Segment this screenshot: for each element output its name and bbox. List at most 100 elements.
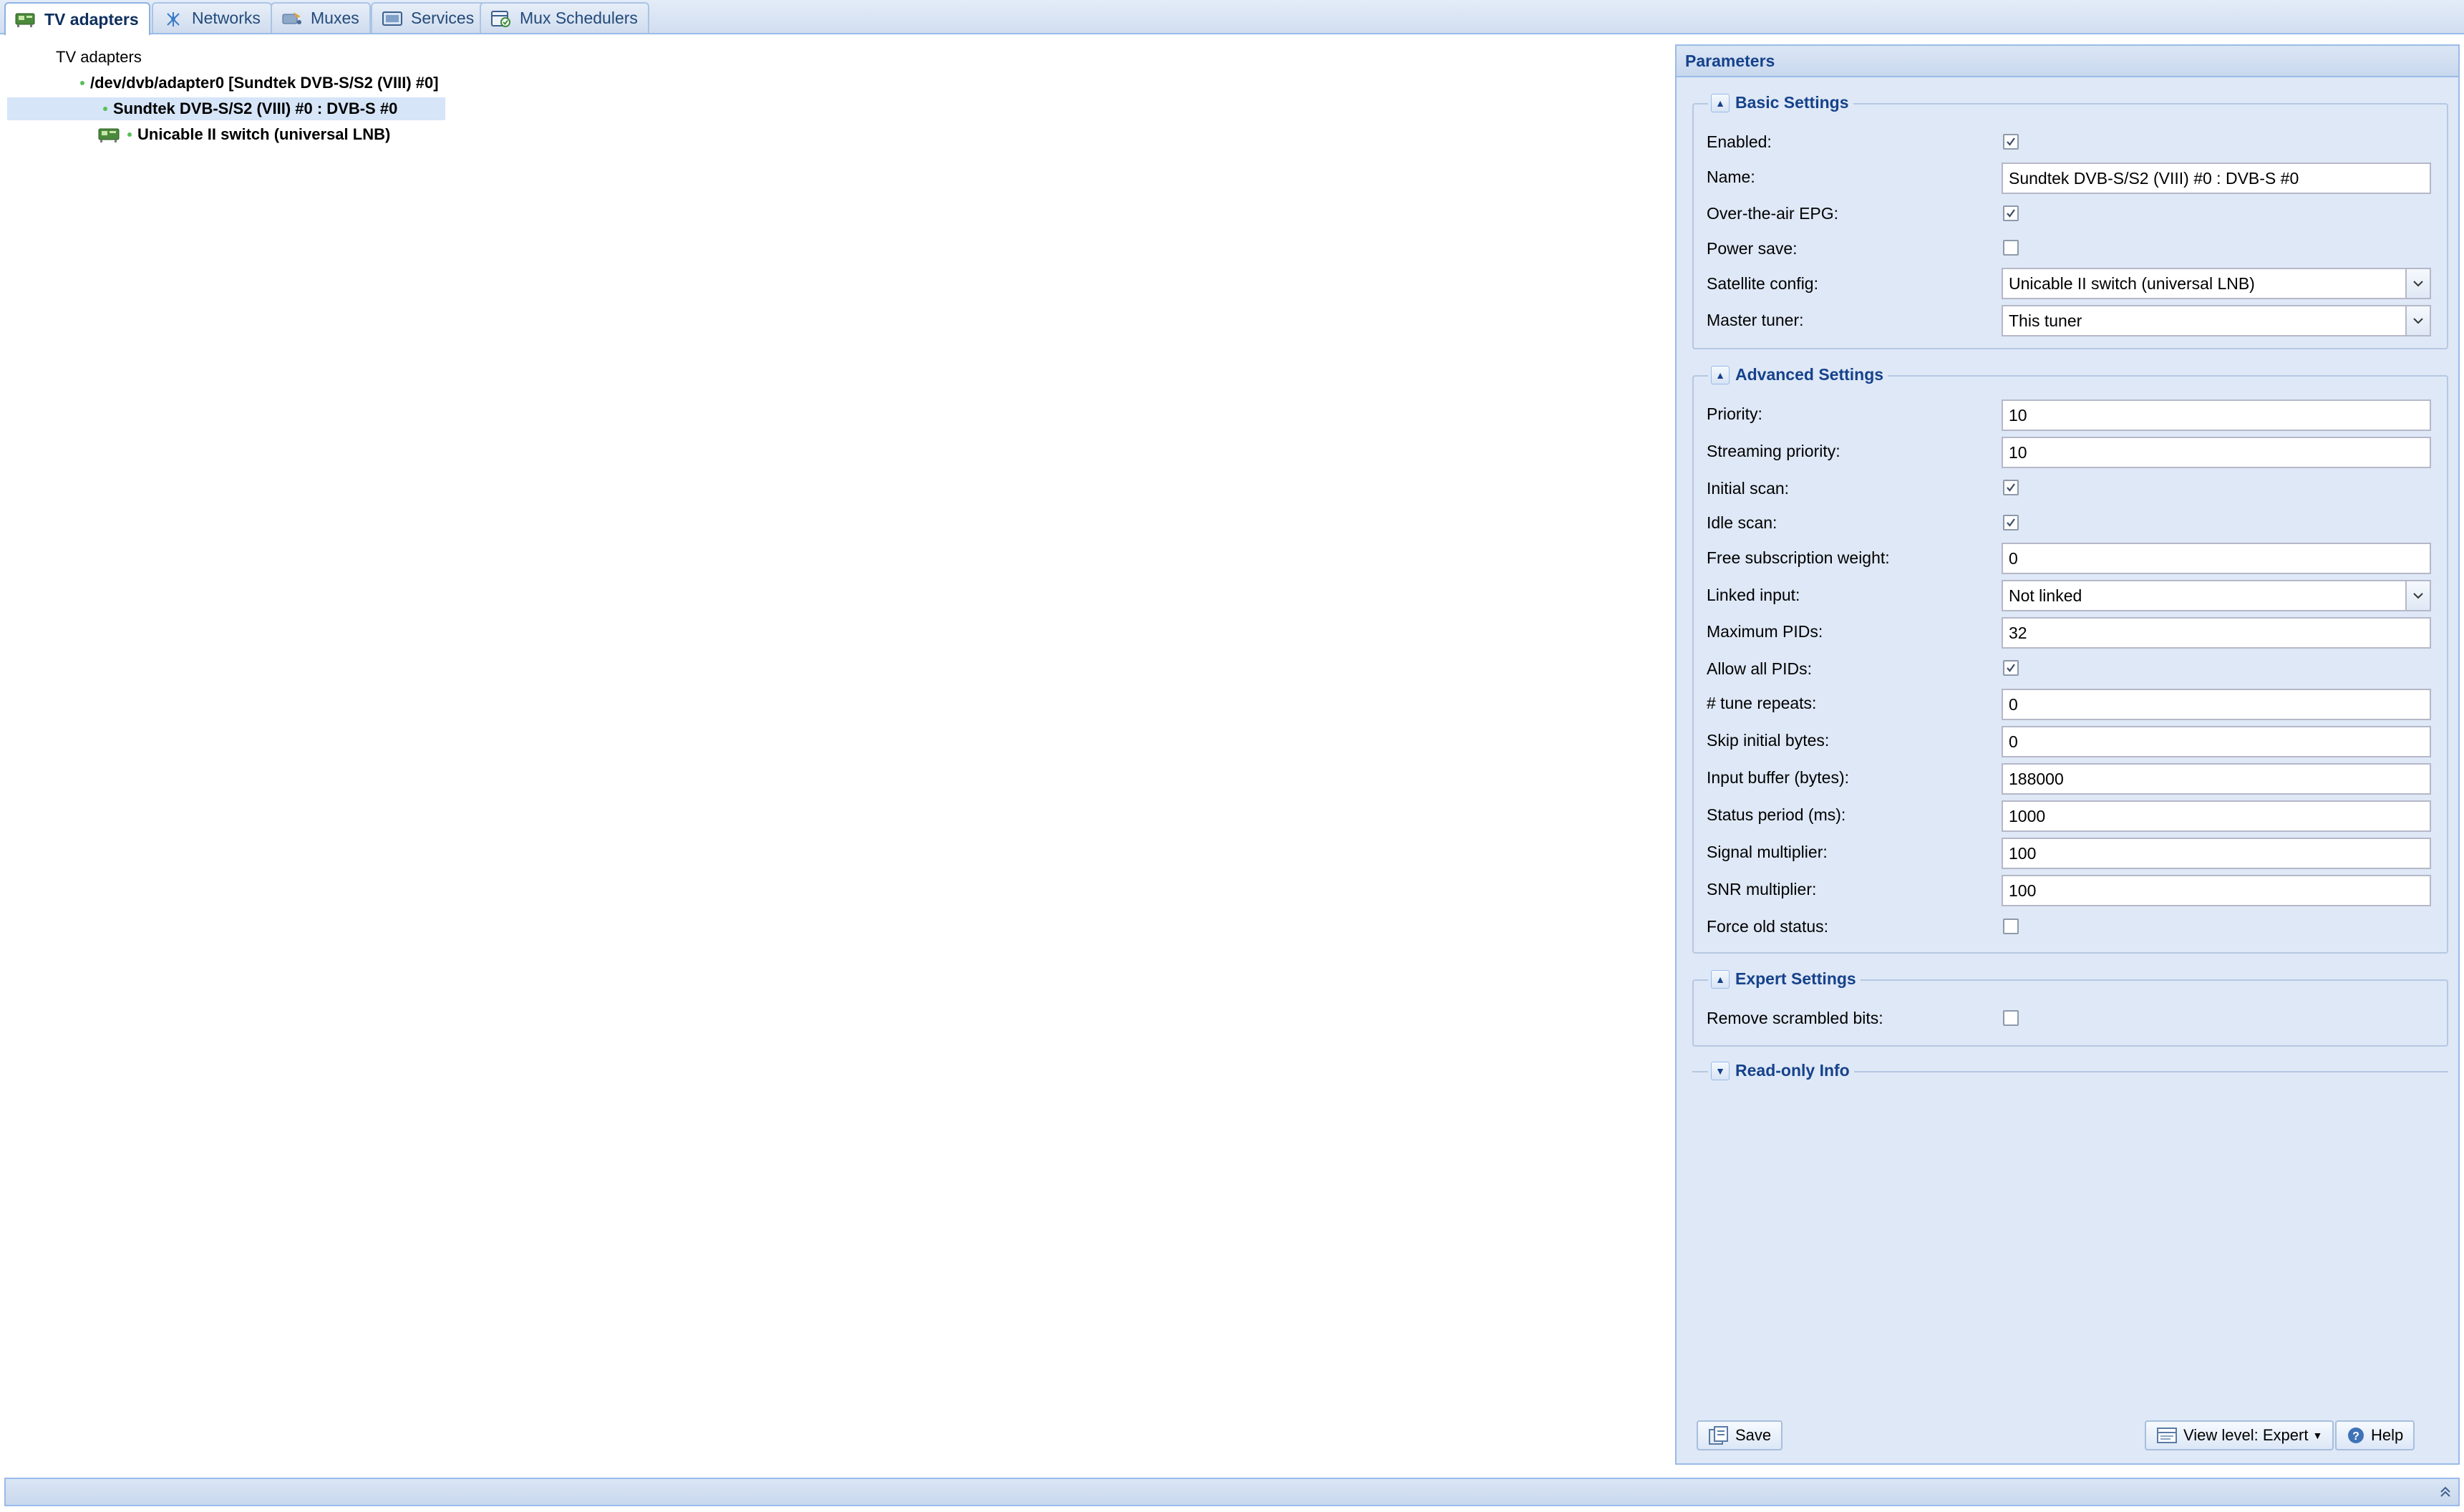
scheduler-icon: [490, 9, 513, 28]
initial-scan-checkbox[interactable]: [2003, 480, 2019, 495]
skip-bytes-field[interactable]: [2002, 726, 2431, 757]
force-old-status-checkbox[interactable]: [2003, 919, 2019, 934]
help-button[interactable]: ? Help: [2335, 1420, 2415, 1450]
linked-input-label: Linked input:: [1707, 585, 1800, 604]
initial-scan-label: Initial scan:: [1707, 478, 1790, 498]
signal-multiplier-field[interactable]: [2002, 838, 2431, 869]
legend-text: Expert Settings: [1735, 969, 1856, 988]
free-subscription-field[interactable]: [2002, 543, 2431, 574]
help-icon: ?: [2347, 1426, 2365, 1445]
expert-settings-legend: ▲ Expert Settings: [1708, 969, 1861, 989]
tab-label: Mux Schedulers: [520, 9, 638, 27]
tab-muxes[interactable]: Muxes: [271, 2, 371, 33]
save-button[interactable]: Save: [1697, 1420, 1783, 1450]
tune-repeats-label: # tune repeats:: [1707, 693, 1817, 712]
tv-adapter-icon: [14, 10, 37, 29]
tab-label: Services: [411, 9, 475, 27]
chevron-down-icon[interactable]: [2405, 269, 2430, 298]
collapse-up-icon[interactable]: ▲: [1711, 93, 1730, 112]
status-bar: [4, 1478, 2460, 1506]
save-button-label: Save: [1735, 1426, 1772, 1444]
tree-item-adapter[interactable]: /dev/dvb/adapter0 [Sundtek DVB-S/S2 (VII…: [80, 72, 439, 94]
mux-icon: [281, 9, 304, 28]
input-buffer-label: Input buffer (bytes):: [1707, 767, 1850, 787]
adapter-tree: TV adapters /dev/dvb/adapter0 [Sundtek D…: [0, 36, 1675, 1468]
expand-down-icon[interactable]: ▼: [1711, 1061, 1730, 1080]
allow-pids-label: Allow all PIDs:: [1707, 659, 1812, 678]
tab-label: Networks: [192, 9, 261, 27]
help-button-label: Help: [2371, 1426, 2404, 1444]
signal-multiplier-label: Signal multiplier:: [1707, 842, 1828, 861]
name-field[interactable]: [2002, 163, 2431, 194]
streaming-priority-field[interactable]: [2002, 437, 2431, 468]
linked-input-value: Not linked: [2009, 586, 2082, 605]
input-buffer-field[interactable]: [2002, 763, 2431, 795]
save-icon: [1708, 1425, 1730, 1445]
master-tuner-label: Master tuner:: [1707, 310, 1804, 329]
tree-root[interactable]: TV adapters: [56, 46, 142, 69]
svg-text:?: ?: [2352, 1430, 2359, 1443]
chevron-down-icon[interactable]: [2405, 581, 2430, 610]
tab-bar: TV adapters Networks Muxes Services Mux …: [0, 0, 2464, 35]
satconfig-value: Unicable II switch (universal LNB): [2009, 273, 2255, 293]
status-period-field[interactable]: [2002, 800, 2431, 832]
snr-multiplier-label: SNR multiplier:: [1707, 879, 1817, 898]
remove-scrambled-label: Remove scrambled bits:: [1707, 1008, 1883, 1027]
legend-text: Read-only Info: [1735, 1061, 1850, 1080]
skip-bytes-label: Skip initial bytes:: [1707, 730, 1830, 750]
tab-label: Muxes: [311, 9, 359, 27]
snr-multiplier-field[interactable]: [2002, 875, 2431, 906]
status-dot-icon: [103, 107, 107, 111]
readonly-legend[interactable]: ▼ Read-only Info: [1708, 1061, 1854, 1080]
view-level-label: View level: Expert: [2183, 1426, 2309, 1444]
tree-item-frontend[interactable]: Sundtek DVB-S/S2 (VIII) #0 : DVB-S #0: [7, 97, 445, 120]
epg-label: Over-the-air EPG:: [1707, 203, 1839, 223]
priority-label: Priority:: [1707, 404, 1762, 423]
streaming-priority-label: Streaming priority:: [1707, 441, 1840, 460]
remove-scrambled-checkbox[interactable]: [2003, 1010, 2019, 1026]
tree-satconf-label: Unicable II switch (universal LNB): [137, 125, 391, 143]
force-old-status-label: Force old status:: [1707, 916, 1829, 936]
tree-item-satconf[interactable]: Unicable II switch (universal LNB): [97, 123, 390, 146]
allow-pids-checkbox[interactable]: [2003, 660, 2019, 676]
double-chevron-up-icon[interactable]: [2437, 1483, 2454, 1501]
legend-text: Basic Settings: [1735, 93, 1849, 112]
view-level-icon: [2156, 1427, 2178, 1444]
tune-repeats-field[interactable]: [2002, 689, 2431, 720]
powersave-checkbox[interactable]: [2003, 240, 2019, 256]
powersave-label: Power save:: [1707, 238, 1798, 258]
view-level-button[interactable]: View level: Expert ▼: [2145, 1420, 2334, 1450]
tab-services[interactable]: Services: [371, 2, 486, 33]
satconf-icon: [97, 126, 122, 143]
tab-mux-schedulers[interactable]: Mux Schedulers: [480, 2, 649, 33]
tree-adapter-label: /dev/dvb/adapter0 [Sundtek DVB-S/S2 (VII…: [90, 74, 439, 92]
epg-checkbox[interactable]: [2003, 205, 2019, 221]
status-period-label: Status period (ms):: [1707, 805, 1846, 824]
idle-scan-label: Idle scan:: [1707, 513, 1777, 532]
master-tuner-value: This tuner: [2009, 311, 2082, 330]
services-icon: [381, 9, 404, 28]
collapse-up-icon[interactable]: ▲: [1711, 365, 1730, 384]
master-tuner-select[interactable]: This tuner: [2002, 305, 2431, 336]
tab-networks[interactable]: Networks: [152, 2, 272, 33]
status-dot-icon: [127, 132, 132, 137]
panel-title: Parameters: [1677, 46, 2458, 77]
tree-root-label: TV adapters: [56, 48, 142, 66]
enabled-checkbox[interactable]: [2003, 134, 2019, 150]
chevron-down-icon[interactable]: [2405, 306, 2430, 335]
satconfig-label: Satellite config:: [1707, 273, 1818, 293]
tab-tv-adapters[interactable]: TV adapters: [4, 2, 150, 35]
idle-scan-checkbox[interactable]: [2003, 515, 2019, 530]
legend-text: Advanced Settings: [1735, 365, 1884, 384]
advanced-settings-legend: ▲ Advanced Settings: [1708, 365, 1888, 384]
max-pids-label: Maximum PIDs:: [1707, 621, 1823, 641]
basic-settings-legend: ▲ Basic Settings: [1708, 93, 1853, 112]
network-icon: [162, 9, 185, 28]
satconfig-select[interactable]: Unicable II switch (universal LNB): [2002, 268, 2431, 299]
max-pids-field[interactable]: [2002, 617, 2431, 649]
collapse-up-icon[interactable]: ▲: [1711, 969, 1730, 989]
free-subscription-label: Free subscription weight:: [1707, 548, 1890, 567]
linked-input-select[interactable]: Not linked: [2002, 580, 2431, 611]
priority-field[interactable]: [2002, 399, 2431, 431]
tab-label: TV adapters: [44, 9, 139, 29]
